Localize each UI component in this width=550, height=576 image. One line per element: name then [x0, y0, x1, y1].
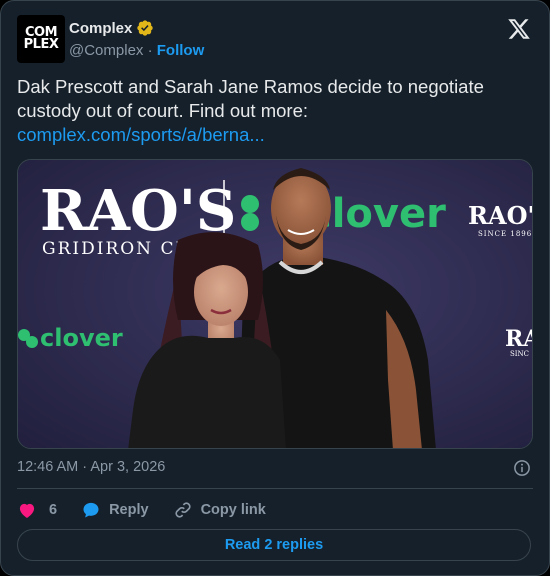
copy-link-button[interactable]: Copy link	[173, 500, 266, 520]
backdrop-brand-right: RAO'S	[468, 201, 533, 230]
reply-label: Reply	[109, 502, 149, 518]
backdrop-brand-right-cut-sub: SINC	[510, 350, 529, 358]
reply-bubble-icon	[83, 502, 99, 518]
divider	[17, 488, 533, 489]
media-photo: RAO'S GRIDIRON CL clover RAO'S SINCE 189…	[18, 160, 533, 448]
backdrop-brand-sub: GRIDIRON CL	[42, 239, 189, 259]
handle-row: @Complex · Follow	[69, 42, 204, 59]
info-icon[interactable]	[513, 459, 531, 477]
x-logo-icon[interactable]	[507, 17, 531, 41]
avatar[interactable]: COM PLEX	[17, 15, 65, 63]
tweet-header: COM PLEX Complex @Complex · Follow	[17, 15, 533, 65]
copy-link-label: Copy link	[200, 502, 266, 518]
embedded-tweet-card: COM PLEX Complex @Complex · Follow Dak P…	[0, 0, 550, 576]
avatar-text-line2: PLEX	[23, 37, 59, 52]
account-handle[interactable]: @Complex	[69, 42, 143, 59]
backdrop-sponsor-small: clover	[40, 324, 123, 352]
account-name[interactable]: Complex	[69, 20, 132, 37]
account-name-row[interactable]: Complex	[69, 19, 154, 37]
read-replies-label: Read 2 replies	[224, 537, 324, 553]
tweet-body: Dak Prescott and Sarah Jane Ramos decide…	[17, 75, 537, 147]
tweet-link[interactable]: complex.com/sports/a/berna...	[17, 123, 537, 147]
tweet-meta-row: 12:46 AM · Apr 3, 2026	[17, 459, 533, 479]
reply-button[interactable]: Reply	[81, 500, 149, 520]
like-button[interactable]: 6	[17, 500, 57, 520]
backdrop-brand-right-cut: RA	[505, 326, 533, 352]
heart-icon	[19, 503, 35, 518]
verified-badge-icon	[137, 20, 154, 36]
tweet-text: Dak Prescott and Sarah Jane Ramos decide…	[17, 76, 484, 121]
link-icon	[175, 502, 191, 518]
tweet-media[interactable]: RAO'S GRIDIRON CL clover RAO'S SINCE 189…	[17, 159, 533, 449]
backdrop-brand-right-since: SINCE 1896	[478, 230, 532, 238]
handle-separator: ·	[147, 42, 153, 59]
tweet-actions: 6 Reply Copy link	[17, 499, 533, 521]
read-replies-button[interactable]: Read 2 replies	[17, 529, 531, 561]
follow-button[interactable]: Follow	[157, 42, 205, 59]
like-count: 6	[49, 502, 58, 518]
tweet-timestamp[interactable]: 12:46 AM · Apr 3, 2026	[17, 459, 165, 475]
